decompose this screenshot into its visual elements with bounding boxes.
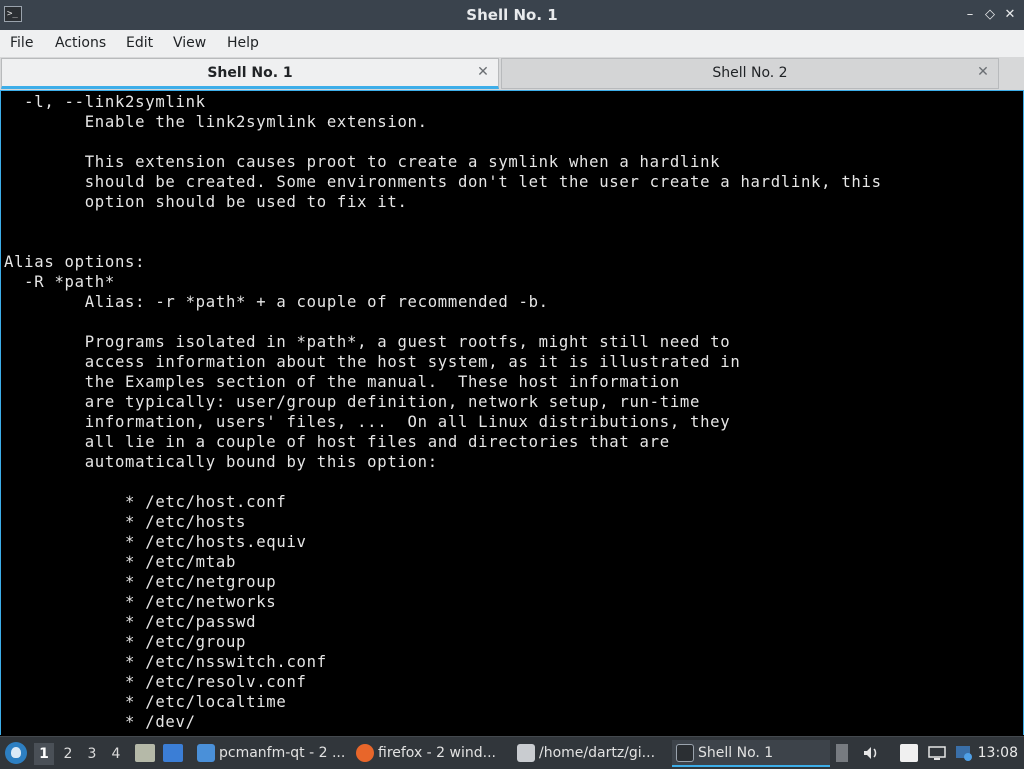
network-icon[interactable]	[928, 744, 946, 762]
task-shell[interactable]: Shell No. 1	[672, 740, 830, 767]
menu-view[interactable]: View	[173, 30, 206, 57]
terminal-icon	[676, 744, 694, 762]
terminal-line: information, users' files, ... On all Li…	[4, 413, 731, 431]
desktop-4-button[interactable]: 4	[106, 743, 126, 765]
taskbar: 1 2 3 4 pcmanfm-qt - 2 ... firefox - 2 w…	[0, 736, 1024, 769]
window-list-icon[interactable]	[163, 744, 183, 762]
terminal-line: Programs isolated in *path*, a guest roo…	[4, 333, 731, 351]
terminal-line: Alias: -r *path* + a couple of recommend…	[4, 293, 549, 311]
menu-file[interactable]: File	[10, 30, 33, 57]
terminal-line: * /etc/networks	[4, 593, 277, 611]
scroll-indicator-icon[interactable]	[836, 744, 848, 762]
task-label: Shell No. 1	[698, 745, 774, 761]
desktop-1-button[interactable]: 1	[34, 743, 54, 765]
terminal-line: This extension causes proot to create a …	[4, 153, 721, 171]
terminal-line: * /dev/	[4, 713, 196, 731]
volume-icon[interactable]	[862, 744, 880, 762]
terminal-line: * /etc/resolv.conf	[4, 673, 307, 691]
menu-bar: File Actions Edit View Help	[0, 30, 1024, 57]
menu-help[interactable]: Help	[227, 30, 259, 57]
task-label: /home/dartz/gi...	[539, 745, 656, 761]
terminal-line: -R *path*	[4, 273, 115, 291]
terminal-line: access information about the host system…	[4, 353, 741, 371]
close-icon[interactable]: ✕	[1002, 7, 1018, 23]
task-label: firefox - 2 wind...	[378, 745, 496, 761]
terminal-line: * /etc/nsswitch.conf	[4, 653, 327, 671]
tab-label: Shell No. 1	[207, 65, 293, 81]
terminal-line: * /etc/localtime	[4, 693, 287, 711]
terminal-line: * /etc/passwd	[4, 613, 257, 631]
window-title: Shell No. 1	[466, 6, 558, 24]
terminal-line: all lie in a couple of host files and di…	[4, 433, 670, 451]
minimize-icon[interactable]: –	[962, 7, 978, 23]
task-firefox[interactable]: firefox - 2 wind...	[352, 740, 510, 767]
terminal-line: * /etc/netgroup	[4, 573, 277, 591]
terminal-line: * /etc/hosts.equiv	[4, 533, 307, 551]
update-icon[interactable]	[955, 744, 973, 762]
clipboard-icon[interactable]	[900, 744, 918, 762]
task-pcmanfm[interactable]: pcmanfm-qt - 2 ...	[193, 740, 348, 767]
menu-actions[interactable]: Actions	[55, 30, 106, 57]
tab-label: Shell No. 2	[712, 65, 788, 81]
terminal-line: option should be used to fix it.	[4, 193, 408, 211]
editor-icon	[517, 744, 535, 762]
show-desktop-icon[interactable]	[135, 744, 155, 762]
terminal-line: * /etc/host.conf	[4, 493, 287, 511]
tab-shell-1[interactable]: Shell No. 1 ✕	[1, 58, 499, 89]
restore-icon[interactable]: ◇	[982, 7, 998, 23]
clock[interactable]: 13:08	[978, 737, 1018, 769]
tab-close-icon[interactable]: ✕	[976, 64, 990, 80]
desktop-2-button[interactable]: 2	[58, 743, 78, 765]
start-menu-icon[interactable]	[5, 742, 27, 764]
desktop-3-button[interactable]: 3	[82, 743, 102, 765]
terminal-line: Enable the link2symlink extension.	[4, 113, 428, 131]
terminal-line: should be created. Some environments don…	[4, 173, 882, 191]
terminal-line: the Examples section of the manual. Thes…	[4, 373, 680, 391]
terminal-line: * /etc/hosts	[4, 513, 247, 531]
task-editor[interactable]: /home/dartz/gi...	[513, 740, 670, 767]
terminal-line: Alias options:	[4, 253, 146, 271]
folder-icon	[197, 744, 215, 762]
task-label: pcmanfm-qt - 2 ...	[219, 745, 346, 761]
menu-edit[interactable]: Edit	[126, 30, 153, 57]
tab-bar: Shell No. 1 ✕ Shell No. 2 ✕	[0, 57, 1024, 90]
terminal-line: automatically bound by this option:	[4, 453, 438, 471]
terminal-line: * /etc/mtab	[4, 553, 237, 571]
terminal-output[interactable]: -l, --link2symlink Enable the link2symli…	[0, 90, 1024, 735]
window-titlebar[interactable]: >_ Shell No. 1 – ◇ ✕	[0, 0, 1024, 30]
terminal-line: -l, --link2symlink	[4, 93, 206, 111]
terminal-line: are typically: user/group definition, ne…	[4, 393, 701, 411]
tab-shell-2[interactable]: Shell No. 2 ✕	[501, 58, 999, 89]
firefox-icon	[356, 744, 374, 762]
terminal-line: * /etc/group	[4, 633, 247, 651]
tab-close-icon[interactable]: ✕	[476, 64, 490, 80]
